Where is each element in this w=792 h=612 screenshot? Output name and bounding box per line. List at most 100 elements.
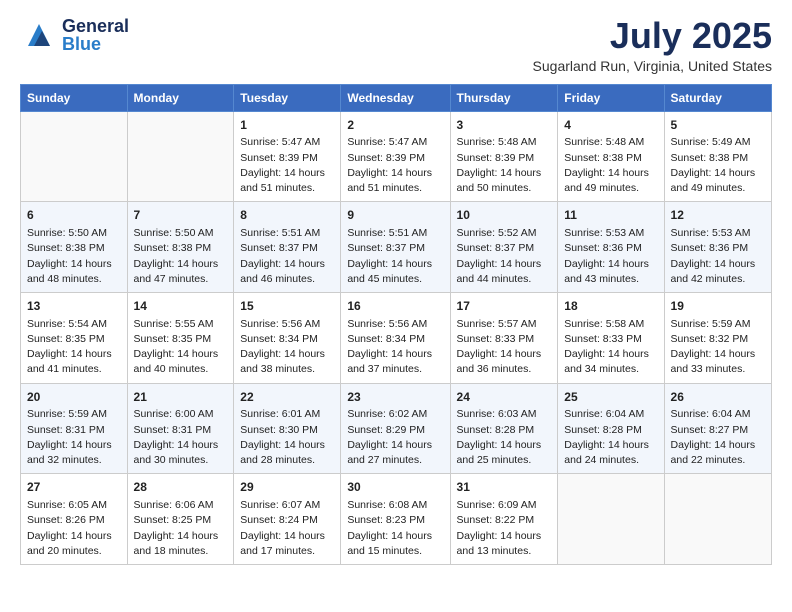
calendar-header-row: SundayMondayTuesdayWednesdayThursdayFrid… [21, 84, 772, 111]
calendar-cell: 14 Sunrise: 5:55 AMSunset: 8:35 PMDayligh… [127, 292, 234, 383]
day-number: 24 [457, 389, 552, 406]
calendar-cell: 15 Sunrise: 5:56 AMSunset: 8:34 PMDayligh… [234, 292, 341, 383]
day-info: Sunrise: 5:56 AMSunset: 8:34 PMDaylight:… [347, 317, 443, 378]
day-number: 10 [457, 207, 552, 224]
calendar-week-row: 20Sunrise: 5:59 AMSunset: 8:31 PMDayligh… [21, 383, 772, 474]
calendar-day-header: Saturday [664, 84, 771, 111]
calendar-cell [21, 111, 128, 202]
day-number: 14 [134, 298, 228, 315]
calendar-day-header: Wednesday [341, 84, 450, 111]
day-number: 8 [240, 207, 334, 224]
calendar-cell: 19 Sunrise: 5:59 AMSunset: 8:32 PMDayligh… [664, 292, 771, 383]
day-info: Sunrise: 6:09 AMSunset: 8:22 PMDaylight:… [457, 498, 552, 559]
calendar-cell: 7 Sunrise: 5:50 AMSunset: 8:38 PMDaylight… [127, 202, 234, 293]
calendar-day-header: Thursday [450, 84, 558, 111]
calendar-cell: 12Sunrise: 5:53 AMSunset: 8:36 PMDayligh… [664, 202, 771, 293]
logo-blue: Blue [62, 35, 129, 53]
day-number: 21 [134, 389, 228, 406]
day-number: 28 [134, 479, 228, 496]
logo-icon [20, 16, 58, 54]
day-number: 1 [240, 117, 334, 134]
calendar-cell: 18 Sunrise: 5:58 AMSunset: 8:33 PMDayligh… [558, 292, 664, 383]
calendar-cell: 26Sunrise: 6:04 AMSunset: 8:27 PMDayligh… [664, 383, 771, 474]
calendar-cell: 21Sunrise: 6:00 AMSunset: 8:31 PMDayligh… [127, 383, 234, 474]
day-number: 31 [457, 479, 552, 496]
header: General Blue July 2025 Sugarland Run, Vi… [20, 16, 772, 74]
calendar-cell: 24Sunrise: 6:03 AMSunset: 8:28 PMDayligh… [450, 383, 558, 474]
day-info: Sunrise: 6:00 AMSunset: 8:31 PMDaylight:… [134, 407, 228, 468]
calendar-week-row: 13Sunrise: 5:54 AMSunset: 8:35 PMDayligh… [21, 292, 772, 383]
day-info: Sunrise: 5:51 AMSunset: 8:37 PMDaylight:… [240, 226, 334, 287]
page: General Blue July 2025 Sugarland Run, Vi… [0, 0, 792, 612]
day-info: Sunrise: 5:59 AMSunset: 8:31 PMDaylight:… [27, 407, 121, 468]
logo: General Blue [20, 16, 129, 54]
day-number: 3 [457, 117, 552, 134]
calendar-cell: 13Sunrise: 5:54 AMSunset: 8:35 PMDayligh… [21, 292, 128, 383]
day-info: Sunrise: 5:50 AMSunset: 8:38 PMDaylight:… [27, 226, 121, 287]
day-number: 11 [564, 207, 657, 224]
calendar-cell: 27Sunrise: 6:05 AMSunset: 8:26 PMDayligh… [21, 474, 128, 565]
day-info: Sunrise: 5:48 AMSunset: 8:39 PMDaylight:… [457, 135, 552, 196]
calendar-cell [127, 111, 234, 202]
logo-text: General Blue [62, 17, 129, 53]
day-info: Sunrise: 6:05 AMSunset: 8:26 PMDaylight:… [27, 498, 121, 559]
calendar-cell: 8 Sunrise: 5:51 AMSunset: 8:37 PMDaylight… [234, 202, 341, 293]
day-number: 20 [27, 389, 121, 406]
day-number: 7 [134, 207, 228, 224]
day-info: Sunrise: 6:04 AMSunset: 8:28 PMDaylight:… [564, 407, 657, 468]
day-number: 17 [457, 298, 552, 315]
day-number: 25 [564, 389, 657, 406]
calendar-cell: 3Sunrise: 5:48 AMSunset: 8:39 PMDaylight… [450, 111, 558, 202]
calendar-cell: 29Sunrise: 6:07 AMSunset: 8:24 PMDayligh… [234, 474, 341, 565]
day-number: 22 [240, 389, 334, 406]
day-info: Sunrise: 5:57 AMSunset: 8:33 PMDaylight:… [457, 317, 552, 378]
day-info: Sunrise: 5:58 AMSunset: 8:33 PMDaylight:… [564, 317, 657, 378]
calendar-week-row: 27Sunrise: 6:05 AMSunset: 8:26 PMDayligh… [21, 474, 772, 565]
day-number: 4 [564, 117, 657, 134]
calendar-cell: 1Sunrise: 5:47 AMSunset: 8:39 PMDaylight… [234, 111, 341, 202]
calendar-cell: 28 Sunrise: 6:06 AMSunset: 8:25 PMDayligh… [127, 474, 234, 565]
logo-general: General [62, 17, 129, 35]
day-info: Sunrise: 5:54 AMSunset: 8:35 PMDaylight:… [27, 317, 121, 378]
day-info: Sunrise: 5:47 AMSunset: 8:39 PMDaylight:… [347, 135, 443, 196]
day-number: 30 [347, 479, 443, 496]
calendar-cell: 25Sunrise: 6:04 AMSunset: 8:28 PMDayligh… [558, 383, 664, 474]
calendar-cell: 17 Sunrise: 5:57 AMSunset: 8:33 PMDayligh… [450, 292, 558, 383]
day-info: Sunrise: 6:02 AMSunset: 8:29 PMDaylight:… [347, 407, 443, 468]
day-number: 12 [671, 207, 765, 224]
calendar-cell: 2Sunrise: 5:47 AMSunset: 8:39 PMDaylight… [341, 111, 450, 202]
day-info: Sunrise: 6:03 AMSunset: 8:28 PMDaylight:… [457, 407, 552, 468]
day-info: Sunrise: 5:50 AMSunset: 8:38 PMDaylight:… [134, 226, 228, 287]
calendar-cell [664, 474, 771, 565]
day-info: Sunrise: 5:55 AMSunset: 8:35 PMDaylight:… [134, 317, 228, 378]
day-info: Sunrise: 6:08 AMSunset: 8:23 PMDaylight:… [347, 498, 443, 559]
calendar-cell: 16 Sunrise: 5:56 AMSunset: 8:34 PMDayligh… [341, 292, 450, 383]
day-number: 9 [347, 207, 443, 224]
calendar-week-row: 6Sunrise: 5:50 AMSunset: 8:38 PMDaylight… [21, 202, 772, 293]
day-number: 2 [347, 117, 443, 134]
day-number: 5 [671, 117, 765, 134]
calendar-day-header: Sunday [21, 84, 128, 111]
day-number: 18 [564, 298, 657, 315]
calendar-cell: 4Sunrise: 5:48 AMSunset: 8:38 PMDaylight… [558, 111, 664, 202]
location: Sugarland Run, Virginia, United States [533, 58, 772, 74]
day-number: 23 [347, 389, 443, 406]
day-info: Sunrise: 6:06 AMSunset: 8:25 PMDaylight:… [134, 498, 228, 559]
day-info: Sunrise: 6:04 AMSunset: 8:27 PMDaylight:… [671, 407, 765, 468]
day-info: Sunrise: 5:56 AMSunset: 8:34 PMDaylight:… [240, 317, 334, 378]
calendar-week-row: 1 Sunrise: 5:47 AMSunset: 8:39 PMDaylight… [21, 111, 772, 202]
month-title: July 2025 [533, 16, 772, 56]
day-number: 16 [347, 298, 443, 315]
calendar-cell: 5Sunrise: 5:49 AMSunset: 8:38 PMDaylight… [664, 111, 771, 202]
day-info: Sunrise: 5:53 AMSunset: 8:36 PMDaylight:… [564, 226, 657, 287]
title-block: July 2025 Sugarland Run, Virginia, Unite… [533, 16, 772, 74]
day-number: 26 [671, 389, 765, 406]
calendar-cell: 11 Sunrise: 5:53 AMSunset: 8:36 PMDayligh… [558, 202, 664, 293]
calendar-cell: 10Sunrise: 5:52 AMSunset: 8:37 PMDayligh… [450, 202, 558, 293]
day-number: 15 [240, 298, 334, 315]
day-info: Sunrise: 5:49 AMSunset: 8:38 PMDaylight:… [671, 135, 765, 196]
calendar-day-header: Friday [558, 84, 664, 111]
day-number: 19 [671, 298, 765, 315]
calendar-cell: 6Sunrise: 5:50 AMSunset: 8:38 PMDaylight… [21, 202, 128, 293]
day-info: Sunrise: 5:59 AMSunset: 8:32 PMDaylight:… [671, 317, 765, 378]
